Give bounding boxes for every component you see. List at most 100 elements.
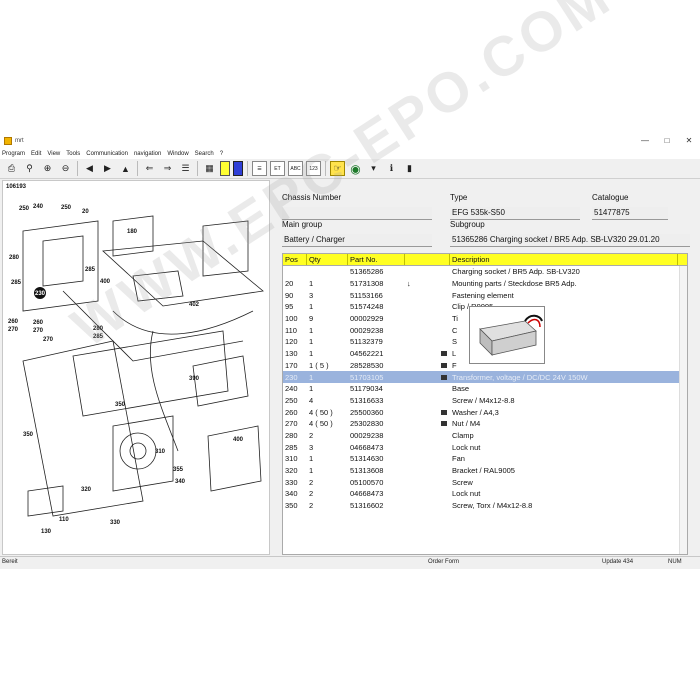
table-row[interactable]: 340 2 04668473 Lock nut xyxy=(283,488,687,500)
minimize-button[interactable]: — xyxy=(634,133,656,148)
table-row[interactable]: 285 3 04668473 Lock nut xyxy=(283,441,687,453)
table-row[interactable]: 330 2 05100570 Screw xyxy=(283,476,687,488)
back-arrow-icon[interactable]: ⇐ xyxy=(142,161,157,176)
cell-partno: 51314630 xyxy=(350,454,384,464)
blue-marker-icon[interactable] xyxy=(233,161,243,176)
zoom-out-icon[interactable]: ⊖ xyxy=(58,161,73,176)
table-row[interactable]: 280 2 00029238 Clamp xyxy=(283,430,687,442)
info-icon[interactable]: ℹ xyxy=(384,161,399,176)
menu-tools[interactable]: Tools xyxy=(66,151,80,157)
col-description[interactable]: Description xyxy=(450,254,678,265)
part-info-icon[interactable] xyxy=(441,362,447,368)
part-info-icon[interactable] xyxy=(441,351,447,357)
globe-icon[interactable]: ◉ xyxy=(348,161,363,176)
menu-search[interactable]: Search xyxy=(195,151,214,157)
cell-pos: 320 xyxy=(285,466,298,476)
vertical-scrollbar[interactable] xyxy=(679,266,687,554)
menu-view[interactable]: View xyxy=(47,151,60,157)
menu-edit[interactable]: Edit xyxy=(31,151,41,157)
cell-pos: 350 xyxy=(285,501,298,511)
part-info-icon[interactable] xyxy=(441,409,447,415)
cell-pos: 280 xyxy=(285,430,298,440)
callout-320: 320 xyxy=(81,487,92,493)
chassis-field[interactable] xyxy=(282,207,432,220)
up-icon[interactable]: ▲ xyxy=(118,161,133,176)
exploded-drawing-panel[interactable]: 250 240 250 20 280 285 230 260 260 270 2… xyxy=(2,180,270,555)
dropdown-arrow-icon[interactable]: ▾ xyxy=(366,161,381,176)
menu-window[interactable]: Window xyxy=(167,151,188,157)
status-update: Update 434 xyxy=(602,559,634,565)
col-qty[interactable]: Qty xyxy=(307,254,348,265)
cell-qty: 1 ( 5 ) xyxy=(309,360,329,370)
callout-400b: 400 xyxy=(233,437,244,443)
subgroup-label: Subgroup xyxy=(450,220,485,229)
cell-qty: 1 xyxy=(309,454,314,464)
callout-350: 350 xyxy=(115,402,126,408)
forward-arrow-icon[interactable]: ⇒ xyxy=(160,161,175,176)
cell-partno: 51574248 xyxy=(350,302,384,312)
table-row[interactable]: 320 1 51313608 Bracket / RAL9005 xyxy=(283,465,687,477)
document-icon[interactable]: ☰ xyxy=(252,161,267,176)
previous-icon[interactable]: ◀ xyxy=(82,161,97,176)
table-row[interactable]: 51365286 Charging socket / BR5 Adp. SB-LV… xyxy=(283,266,687,278)
et-icon[interactable]: ET xyxy=(270,161,285,176)
chassis-label: Chassis Number xyxy=(282,193,342,202)
table-row[interactable]: 20 1 51731308 ↓ Mounting parts / Steckdose B… xyxy=(283,278,687,290)
cell-description: Fan xyxy=(452,454,465,464)
table-row[interactable]: 310 1 51314630 Fan xyxy=(283,453,687,465)
cell-partno: 51179034 xyxy=(350,384,383,394)
print-icon[interactable]: ⎙ xyxy=(4,161,19,176)
part-info-icon[interactable] xyxy=(441,374,447,380)
next-icon[interactable]: ▶ xyxy=(100,161,115,176)
col-pos[interactable]: Pos xyxy=(283,254,307,265)
type-field[interactable]: EFG 535k-S50 xyxy=(450,207,580,220)
cell-qty: 3 xyxy=(309,290,314,300)
menu-communication[interactable]: Communication xyxy=(86,151,128,157)
callout-355: 355 xyxy=(173,467,184,473)
zoom-in-icon[interactable]: ⊕ xyxy=(40,161,55,176)
cell-pos: 230 xyxy=(285,372,298,382)
search-icon[interactable]: ⚲ xyxy=(22,161,37,176)
cell-flag xyxy=(405,419,450,428)
menu-navigation[interactable]: navigation xyxy=(134,151,161,157)
subgroup-field[interactable]: 51365286 Charging socket / BR5 Adp. SB-L… xyxy=(450,234,690,247)
part-info-icon[interactable] xyxy=(441,421,447,427)
cell-pos: 310 xyxy=(285,454,298,464)
cell-qty: 1 xyxy=(309,337,314,347)
catalogue-field[interactable]: 51477875 xyxy=(592,207,668,220)
maingroup-field[interactable]: Battery / Charger xyxy=(282,234,432,247)
close-button[interactable]: ✕ xyxy=(678,133,700,148)
table-row[interactable]: 230 1 51703105 Transformer, voltage / DC/DC… xyxy=(283,371,687,383)
list-dropdown-icon[interactable]: ☰ xyxy=(178,161,193,176)
col-partno[interactable]: Part No. xyxy=(348,254,405,265)
callout-270: 270 xyxy=(8,327,19,333)
table-row[interactable]: 270 4 ( 50 ) 25302830 Nut / M4 xyxy=(283,418,687,430)
table-row[interactable]: 240 1 51179034 Base xyxy=(283,383,687,395)
cell-flag xyxy=(405,349,450,358)
table-row[interactable]: 350 2 51316602 Screw, Torx / M4x12-8.8 xyxy=(283,500,687,512)
callout-340: 340 xyxy=(175,479,186,485)
abc-icon[interactable]: ABC xyxy=(288,161,303,176)
cell-qty: 1 xyxy=(309,466,314,476)
col-flag[interactable] xyxy=(405,254,450,265)
hand-pointer-icon[interactable]: ☞ xyxy=(330,161,345,176)
cell-partno: 25302830 xyxy=(350,419,384,429)
status-order-form[interactable]: Order Form xyxy=(428,559,459,565)
menu-program[interactable]: Program xyxy=(2,151,25,157)
battery-icon[interactable]: ▮ xyxy=(402,161,417,176)
building-icon[interactable]: ▦ xyxy=(202,161,217,176)
menu-help[interactable]: ? xyxy=(220,151,223,157)
callout-250b: 250 xyxy=(61,205,72,211)
numbers-icon[interactable]: 123 xyxy=(306,161,321,176)
table-row[interactable]: 250 4 51316633 Screw / M4x12-8.8 xyxy=(283,395,687,407)
callout-350b: 350 xyxy=(23,432,34,438)
cell-partno: 51153166 xyxy=(350,290,383,300)
cell-description: Bracket / RAL9005 xyxy=(452,466,515,476)
cell-description: Fastening element xyxy=(452,290,514,300)
table-row[interactable]: 260 4 ( 50 ) 25500360 Washer / A4,3 xyxy=(283,406,687,418)
yellow-marker-icon[interactable] xyxy=(220,161,230,176)
maximize-button[interactable]: □ xyxy=(656,133,678,148)
application-window: mrt — □ ✕ Program Edit View Tools Commun… xyxy=(0,133,700,569)
table-row[interactable]: 90 3 51153166 Fastening element xyxy=(283,289,687,301)
cell-flag xyxy=(405,361,450,370)
